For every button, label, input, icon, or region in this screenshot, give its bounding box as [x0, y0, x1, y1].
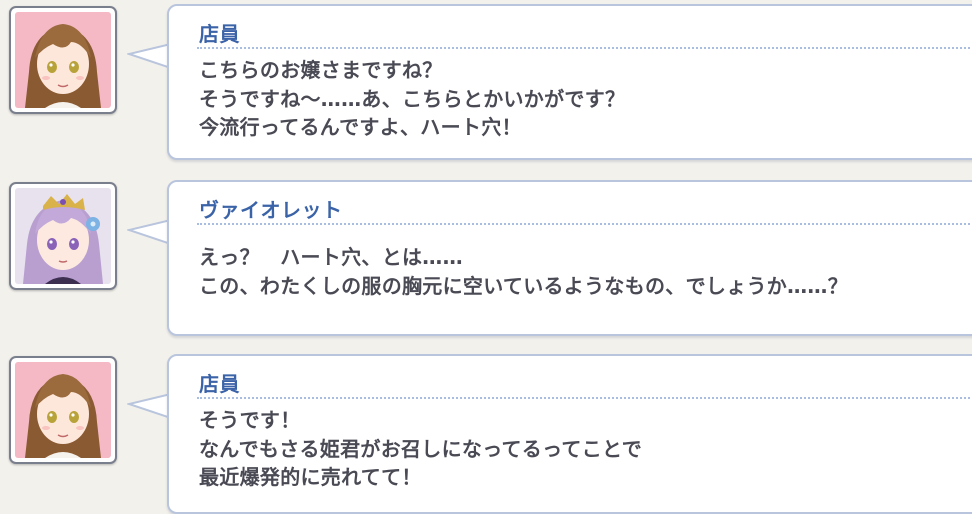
log-entry: 店員 こちらのお嬢さまですね？ そうですね〜……あ、こちらとかいかがです？ 今流…: [0, 4, 972, 164]
speaker-portrait: [9, 6, 117, 114]
speech-bubble: ヴァイオレット えっ？ ハート穴、とは…… この、わたくしの服の胸元に空いている…: [167, 180, 972, 336]
dialogue-line: そうですね〜……あ、こちらとかいかがです？: [199, 86, 626, 111]
dialogue-line: こちらのお嬢さまですね？: [199, 58, 443, 82]
dialogue-text: こちらのお嬢さまですね？ そうですね〜……あ、こちらとかいかがです？ 今流行って…: [199, 56, 965, 142]
dialogue-line: そうです！: [199, 408, 301, 432]
dialogue-text: そうです！ なんでもさる姫君がお召しになってるってことで 最近爆発的に売れてて！: [199, 406, 965, 492]
speech-bubble: 店員 そうです！ なんでもさる姫君がお召しになってるってことで 最近爆発的に売れ…: [167, 354, 972, 514]
dialogue-line: 最近爆発的に売れてて！: [199, 465, 422, 489]
dialogue-line: この、わたくしの服の胸元に空いているようなもの、でしょうか……？: [199, 273, 848, 298]
bubble-tail-icon: [127, 393, 171, 419]
speaker-portrait: [9, 356, 117, 464]
dialogue-line: 今流行ってるんですよ、ハート穴！: [199, 115, 522, 139]
name-divider: [197, 47, 972, 49]
dialogue-text: えっ？ ハート穴、とは…… この、わたくしの服の胸元に空いているようなもの、でし…: [199, 243, 965, 300]
speaker-name: 店員: [199, 22, 240, 46]
speaker-name: 店員: [199, 372, 240, 396]
log-entry: 店員 そうです！ なんでもさる姫君がお召しになってるってことで 最近爆発的に売れ…: [0, 354, 972, 514]
bubble-tail-icon: [127, 219, 171, 245]
speech-bubble: 店員 こちらのお嬢さまですね？ そうですね〜……あ、こちらとかいかがです？ 今流…: [167, 4, 972, 160]
log-entry: ヴァイオレット えっ？ ハート穴、とは…… この、わたくしの服の胸元に空いている…: [0, 180, 972, 340]
speaker-portrait: [9, 182, 117, 290]
name-divider: [197, 397, 972, 399]
name-divider: [197, 223, 972, 225]
dialogue-line: えっ？ ハート穴、とは……: [199, 245, 463, 269]
dialogue-line: なんでもさる姫君がお召しになってるってことで: [199, 436, 642, 461]
clerk-portrait-icon: [15, 12, 111, 108]
speaker-name: ヴァイオレット: [199, 198, 343, 222]
bubble-tail-icon: [127, 43, 171, 69]
violet-portrait-icon: [15, 188, 111, 284]
clerk-portrait-icon: [15, 362, 111, 458]
dialogue-log[interactable]: 店員 こちらのお嬢さまですね？ そうですね〜……あ、こちらとかいかがです？ 今流…: [0, 0, 972, 514]
